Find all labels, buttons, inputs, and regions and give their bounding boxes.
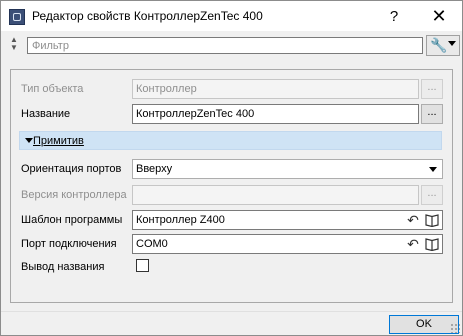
program-template-value: Контроллер Z400 [136, 214, 225, 226]
object-type-browse-button: ... [421, 79, 443, 99]
row-program-template: Шаблон программы Контроллер Z400 ↶ [11, 209, 452, 231]
program-template-label: Шаблон программы [21, 214, 123, 226]
filter-input[interactable]: Фильтр [27, 37, 423, 54]
row-show-name: Вывод названия [11, 256, 452, 278]
port-orientation-value: Вверху [136, 163, 173, 175]
object-type-label: Тип объекта [21, 83, 84, 95]
close-button[interactable]: ✕ [416, 1, 462, 31]
show-name-label: Вывод названия [21, 261, 105, 273]
section-primitive-title[interactable]: Примитив [33, 135, 84, 147]
app-icon [9, 9, 25, 25]
object-type-value: Контроллер [136, 83, 197, 95]
row-name: Название КонтроллерZenTec 400 ... [11, 103, 452, 125]
row-connection-port: Порт подключения COM0 ↶ [11, 233, 452, 255]
connection-port-value: COM0 [136, 238, 168, 250]
sort-icon[interactable]: ▲ ▼ [8, 35, 20, 53]
window-title: Редактор свойств КонтроллерZenTec 400 [32, 9, 263, 23]
port-orientation-label: Ориентация портов [21, 163, 122, 175]
resize-grip-icon[interactable] [450, 323, 460, 333]
row-object-type: Тип объекта Контроллер ... [11, 78, 452, 100]
row-port-orientation: Ориентация портов Вверху [11, 158, 452, 180]
program-template-field[interactable]: Контроллер Z400 ↶ [132, 210, 443, 230]
book-icon[interactable] [425, 237, 439, 251]
name-value: КонтроллерZenTec 400 [136, 108, 255, 120]
section-primitive-header[interactable]: Примитив [19, 131, 442, 150]
footer-divider [1, 311, 462, 312]
help-button[interactable]: ? [371, 1, 417, 31]
wrench-icon: 🔧 [430, 37, 448, 53]
name-label: Название [21, 108, 71, 120]
settings-dropdown-button[interactable]: 🔧 [426, 35, 460, 56]
chevron-down-icon [448, 41, 456, 46]
title-bar: Редактор свойств КонтроллерZenTec 400 ? … [1, 1, 462, 31]
filter-placeholder: Фильтр [32, 40, 69, 52]
name-browse-button[interactable]: ... [421, 104, 443, 124]
undo-icon[interactable]: ↶ [405, 236, 421, 252]
controller-version-browse-button: ... [421, 185, 443, 205]
show-name-checkbox[interactable] [136, 259, 149, 272]
properties-panel: Тип объекта Контроллер ... Название Конт… [10, 69, 453, 303]
ok-button[interactable]: OK [389, 315, 459, 334]
connection-port-label: Порт подключения [21, 238, 117, 250]
book-icon[interactable] [425, 213, 439, 227]
undo-icon[interactable]: ↶ [405, 212, 421, 228]
port-orientation-select[interactable]: Вверху [132, 159, 443, 179]
chevron-down-icon [429, 167, 437, 172]
object-type-field: Контроллер [132, 79, 419, 99]
name-field[interactable]: КонтроллерZenTec 400 [132, 104, 419, 124]
collapse-triangle-icon[interactable] [25, 138, 33, 143]
row-controller-version: Версия контроллера ... [11, 184, 452, 206]
properties-dialog: Редактор свойств КонтроллерZenTec 400 ? … [0, 0, 463, 336]
controller-version-label: Версия контроллера [21, 189, 127, 201]
connection-port-field[interactable]: COM0 ↶ [132, 234, 443, 254]
controller-version-field [132, 185, 419, 205]
